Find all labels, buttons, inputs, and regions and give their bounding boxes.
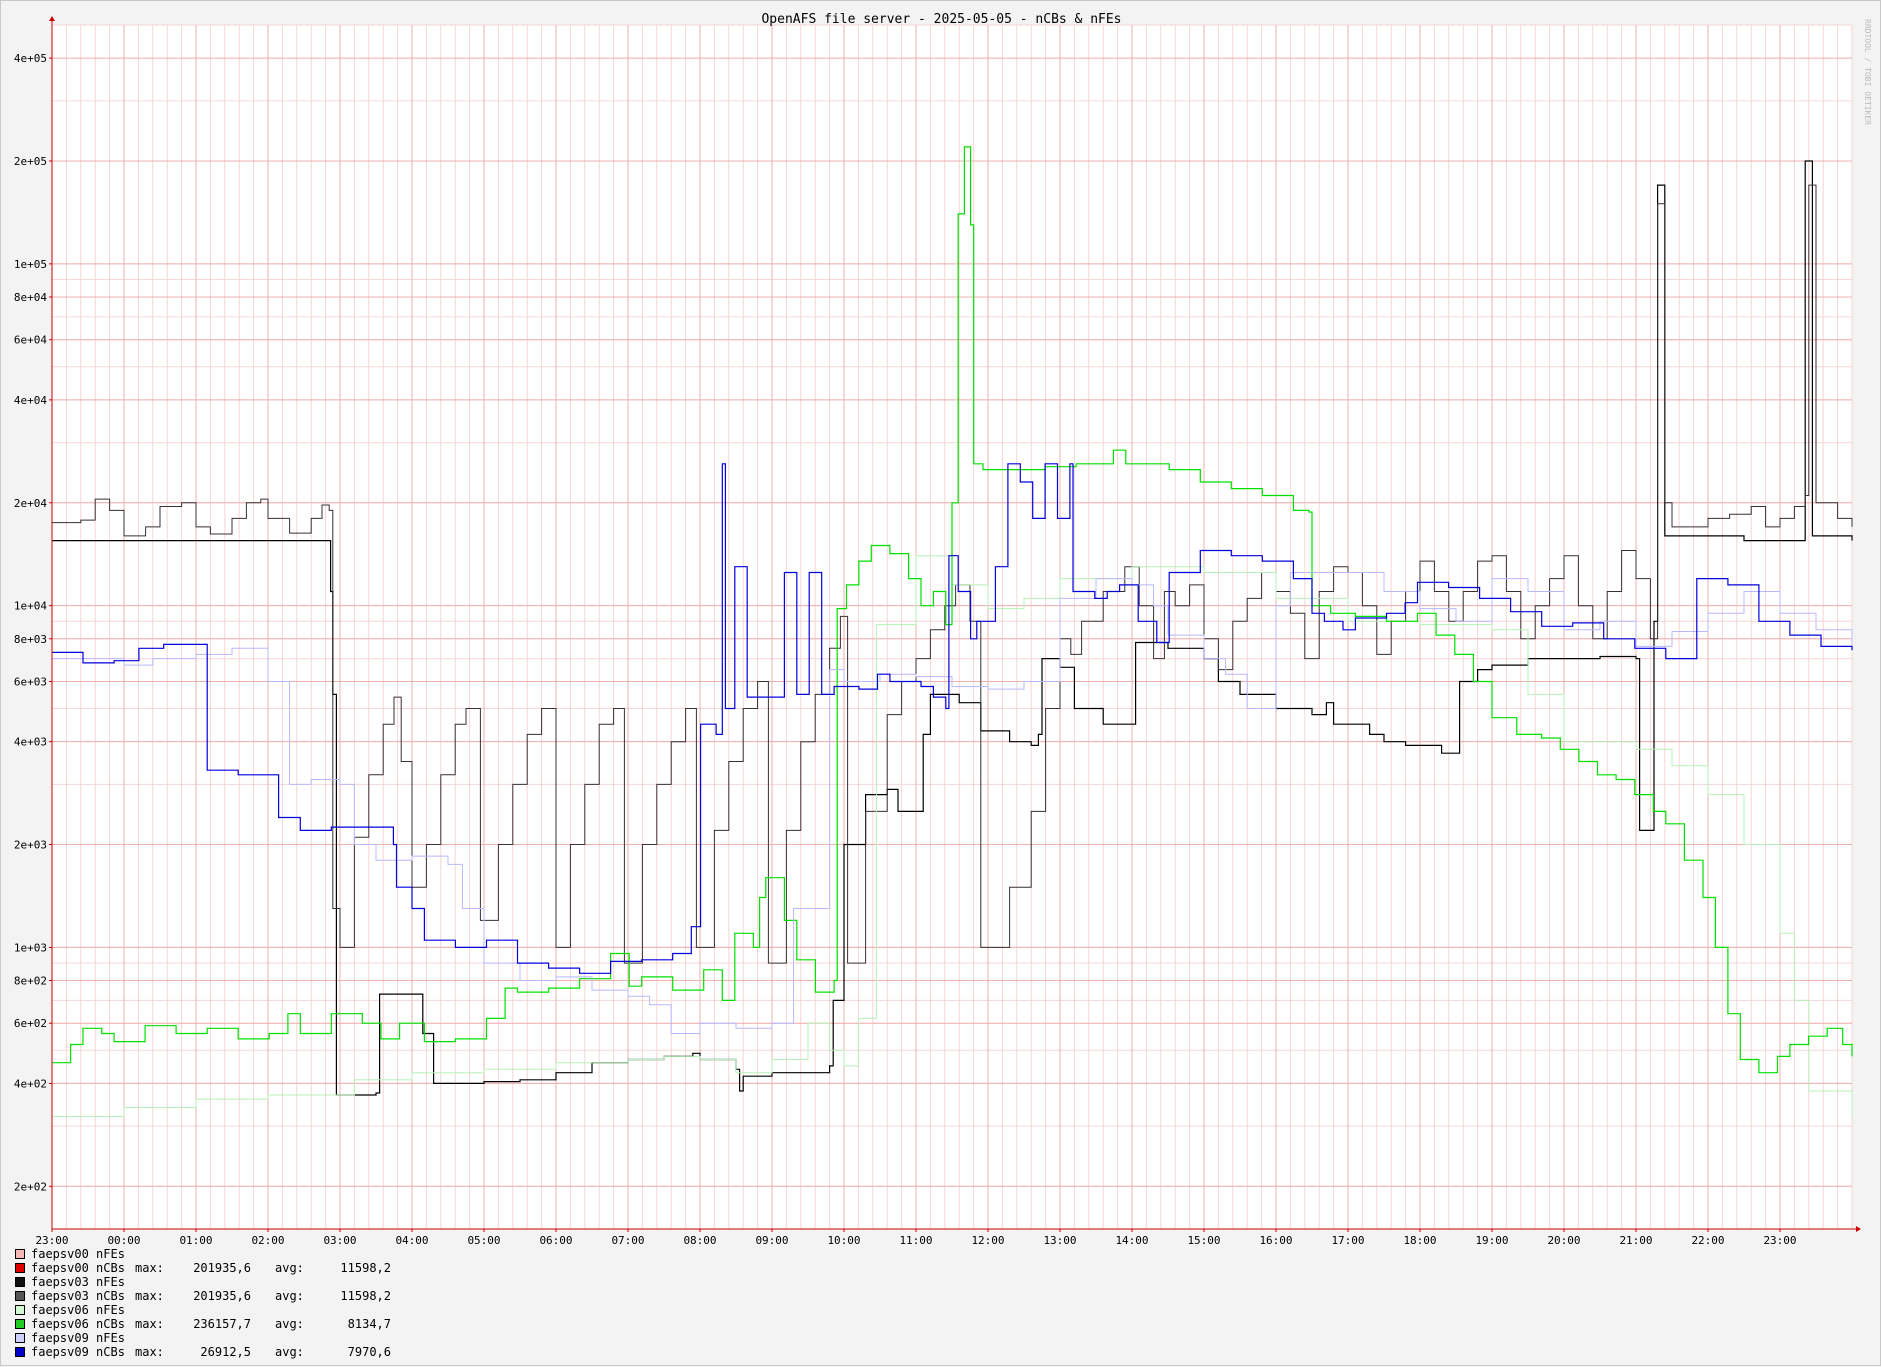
y-tick-label: 4e+02 [14, 1077, 47, 1090]
legend-avg-value: 7970,6 [347, 1345, 391, 1359]
x-tick-label: 08:00 [683, 1234, 716, 1247]
y-tick-label: 1e+03 [14, 941, 47, 954]
x-tick-label: 01:00 [179, 1234, 212, 1247]
legend-name: faepsv06 nCBs [31, 1317, 125, 1331]
legend-swatch [15, 1333, 25, 1343]
legend-name: faepsv03 nFEs [31, 1275, 125, 1289]
legend-name: faepsv00 nCBs [31, 1261, 125, 1275]
x-tick-label: 00:00 [107, 1234, 140, 1247]
y-tick-label: 2e+05 [14, 155, 47, 168]
legend-avg-label: avg: [275, 1317, 304, 1331]
x-tick-label: 14:00 [1115, 1234, 1148, 1247]
y-tick-label: 2e+03 [14, 839, 47, 852]
legend-avg-value: 11598,2 [340, 1289, 391, 1303]
plot-area [52, 25, 1852, 1229]
legend-item: faepsv09 nFEs [15, 1331, 391, 1345]
legend-item: faepsv06 nFEs [15, 1303, 391, 1317]
legend-avg-label: avg: [275, 1345, 304, 1359]
y-tick-label: 4e+05 [14, 52, 47, 65]
legend-name: faepsv09 nCBs [31, 1345, 125, 1359]
legend-max-value: 26912,5 [200, 1345, 251, 1359]
legend-avg-label: avg: [275, 1261, 304, 1275]
x-tick-label: 03:00 [323, 1234, 356, 1247]
legend-avg-value: 11598,2 [340, 1261, 391, 1275]
legend-name: faepsv03 nCBs [31, 1289, 125, 1303]
legend-name: faepsv06 nFEs [31, 1303, 125, 1317]
y-tick-label: 8e+04 [14, 291, 47, 304]
legend-max-label: max: [135, 1289, 164, 1303]
legend-item: faepsv06 nCBs max: 236157,7 avg: 8134,7 [15, 1317, 391, 1331]
x-tick-label: 19:00 [1475, 1234, 1508, 1247]
y-tick-label: 8e+02 [14, 975, 47, 988]
legend-max-value: 201935,6 [193, 1261, 251, 1275]
y-tick-label: 1e+05 [14, 258, 47, 271]
x-tick-label: 09:00 [755, 1234, 788, 1247]
legend-avg-value: 8134,7 [347, 1317, 391, 1331]
legend-max-label: max: [135, 1261, 164, 1275]
x-tick-label: 12:00 [971, 1234, 1004, 1247]
legend-avg-label: avg: [275, 1289, 304, 1303]
y-tick-label: 1e+04 [14, 600, 47, 613]
x-tick-label: 23:00 [35, 1234, 68, 1247]
legend-max-value: 236157,7 [193, 1317, 251, 1331]
rrdtool-watermark: RRDTOOL / TOBI OETIKER [1863, 19, 1872, 125]
x-tick-label: 02:00 [251, 1234, 284, 1247]
y-tick-label: 8e+03 [14, 633, 47, 646]
x-tick-label: 11:00 [899, 1234, 932, 1247]
chart-title: OpenAFS file server - 2025-05-05 - nCBs … [761, 12, 1122, 27]
chart-frame: 2e+02 4e+02 6e+02 8e+02 1e+03 2e+03 4e+03 6e+03… [0, 0, 1881, 1366]
legend-name: faepsv00 nFEs [31, 1247, 125, 1261]
x-tick-label: 13:00 [1043, 1234, 1076, 1247]
legend-item: faepsv03 nCBs max: 201935,6 avg: 11598,2 [15, 1289, 391, 1303]
legend-max-label: max: [135, 1317, 164, 1331]
x-tick-label: 06:00 [539, 1234, 572, 1247]
legend-swatch [15, 1347, 25, 1357]
legend: faepsv00 nFEs faepsv00 nCBs max: 201935,6 av… [15, 1247, 391, 1359]
x-tick-label: 10:00 [827, 1234, 860, 1247]
y-tick-label: 4e+04 [14, 394, 47, 407]
legend-max-value: 201935,6 [193, 1289, 251, 1303]
x-tick-label: 22:00 [1691, 1234, 1724, 1247]
chart-plot: 2e+02 4e+02 6e+02 8e+02 1e+03 2e+03 4e+03 6e+03… [14, 16, 1861, 1247]
x-tick-label: 07:00 [611, 1234, 644, 1247]
x-tick-label: 05:00 [467, 1234, 500, 1247]
y-tick-label: 6e+04 [14, 334, 47, 347]
legend-item: faepsv00 nCBs max: 201935,6 avg: 11598,2 [15, 1261, 391, 1275]
y-tick-label: 2e+04 [14, 497, 47, 510]
x-tick-label: 20:00 [1547, 1234, 1580, 1247]
x-tick-label: 23:00 [1763, 1234, 1796, 1247]
legend-swatch [15, 1291, 25, 1301]
legend-swatch [15, 1277, 25, 1287]
x-tick-label: 21:00 [1619, 1234, 1652, 1247]
y-tick-label: 6e+02 [14, 1017, 47, 1030]
x-tick-label: 17:00 [1331, 1234, 1364, 1247]
legend-item: faepsv00 nFEs [15, 1247, 391, 1261]
y-tick-label: 6e+03 [14, 675, 47, 688]
legend-max-label: max: [135, 1345, 164, 1359]
x-tick-label: 15:00 [1187, 1234, 1220, 1247]
legend-swatch [15, 1319, 25, 1329]
y-tick-label: 2e+02 [14, 1180, 47, 1193]
legend-swatch [15, 1249, 25, 1259]
y-tick-label: 4e+03 [14, 736, 47, 749]
legend-item: faepsv03 nFEs [15, 1275, 391, 1289]
legend-swatch [15, 1263, 25, 1273]
legend-swatch [15, 1305, 25, 1315]
x-tick-label: 18:00 [1403, 1234, 1436, 1247]
x-axis-arrow [1856, 1226, 1861, 1232]
x-tick-label: 16:00 [1259, 1234, 1292, 1247]
legend-name: faepsv09 nFEs [31, 1331, 125, 1345]
x-tick-label: 04:00 [395, 1234, 428, 1247]
legend-item: faepsv09 nCBs max: 26912,5 avg: 7970,6 [15, 1345, 391, 1359]
